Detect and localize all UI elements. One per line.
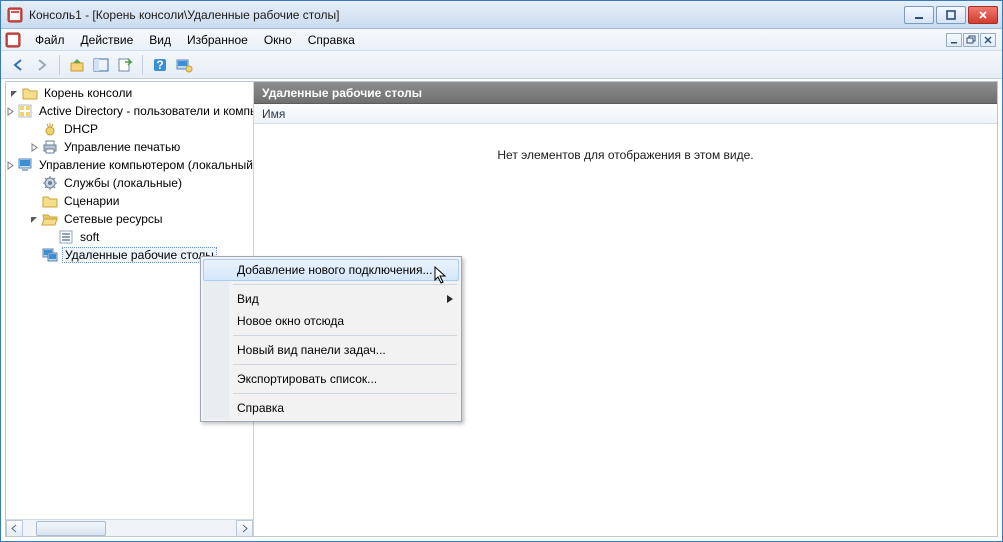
toolbar: ? <box>1 51 1002 79</box>
context-item-label: Добавление нового подключения... <box>237 263 432 277</box>
tree-label: Службы (локальные) <box>64 176 182 190</box>
menu-view[interactable]: Вид <box>141 31 179 49</box>
toolbar-sep <box>59 55 60 75</box>
show-hide-tree-button[interactable] <box>90 54 112 76</box>
context-item[interactable]: Справка <box>203 397 459 419</box>
chevron-right-icon[interactable] <box>6 105 15 117</box>
tree-item[interactable]: Active Directory - пользователи и компью… <box>6 102 253 120</box>
context-item-label: Вид <box>237 292 259 306</box>
context-item[interactable]: Вид <box>203 288 459 310</box>
context-item-label: Новое окно отсюда <box>237 314 344 328</box>
tree-label: Удаленные рабочие столы <box>65 248 214 262</box>
ad-icon <box>17 103 33 119</box>
tree-item[interactable]: Сетевые ресурсы <box>6 210 253 228</box>
client-area: Корень консоли Active Directory - пользо… <box>5 81 998 537</box>
menu-action[interactable]: Действие <box>73 31 142 49</box>
tree-item[interactable]: Службы (локальные) <box>6 174 253 192</box>
app-icon <box>7 7 23 23</box>
tree-item[interactable]: Управление компьютером (локальный) <box>6 156 253 174</box>
context-separator <box>233 284 457 285</box>
context-item[interactable]: Добавление нового подключения... <box>203 259 459 281</box>
submenu-arrow-icon <box>447 292 453 306</box>
context-separator <box>233 335 457 336</box>
titlebar: Консоль1 - [Корень консоли\Удаленные раб… <box>1 1 1002 29</box>
tree-item[interactable]: Сценарии <box>6 192 253 210</box>
minimize-button[interactable] <box>904 6 934 24</box>
services-icon <box>42 175 58 191</box>
mdi-close-button[interactable] <box>980 33 996 47</box>
tree-item[interactable]: DHCP <box>6 120 253 138</box>
tree-label: Корень консоли <box>44 86 132 100</box>
computer-icon <box>17 157 33 173</box>
menu-favorites[interactable]: Избранное <box>179 31 256 49</box>
mdi-minimize-button[interactable] <box>946 33 962 47</box>
forward-button[interactable] <box>31 54 53 76</box>
tree-label: Active Directory - пользователи и компью… <box>39 104 253 118</box>
context-item[interactable]: Новое окно отсюда <box>203 310 459 332</box>
mdi-buttons <box>946 33 998 47</box>
mdi-restore-button[interactable] <box>963 33 979 47</box>
tree-label: DHCP <box>64 122 98 136</box>
mmc-doc-icon <box>5 32 21 48</box>
menu-file[interactable]: Файл <box>27 31 73 49</box>
mmc-window: Консоль1 - [Корень консоли\Удаленные раб… <box>0 0 1003 542</box>
scroll-thumb[interactable] <box>36 521 106 536</box>
share-icon <box>58 229 74 245</box>
expander-none <box>28 177 40 189</box>
menu-window[interactable]: Окно <box>256 31 300 49</box>
toolbar-sep <box>142 55 143 75</box>
context-item-label: Справка <box>237 401 284 415</box>
maximize-button[interactable] <box>936 6 966 24</box>
expander-none <box>28 249 40 261</box>
up-button[interactable] <box>66 54 88 76</box>
tree-label: Сценарии <box>64 194 119 208</box>
window-title: Консоль1 - [Корень консоли\Удаленные раб… <box>29 8 904 22</box>
context-item-label: Экспортировать список... <box>237 372 377 386</box>
folder-open-icon <box>42 211 58 227</box>
tree-label: Сетевые ресурсы <box>64 212 163 226</box>
context-item[interactable]: Экспортировать список... <box>203 368 459 390</box>
new-connection-button[interactable] <box>173 54 195 76</box>
chevron-down-icon[interactable] <box>28 213 40 225</box>
expander-none <box>28 123 40 135</box>
menubar: Файл Действие Вид Избранное Окно Справка <box>1 29 1002 51</box>
menu-help[interactable]: Справка <box>300 31 363 49</box>
tree-item[interactable]: soft <box>6 228 253 246</box>
context-separator <box>233 393 457 394</box>
context-item[interactable]: Новый вид панели задач... <box>203 339 459 361</box>
scroll-left-button[interactable] <box>6 520 23 537</box>
pane-header: Удаленные рабочие столы <box>254 82 997 104</box>
context-separator <box>233 364 457 365</box>
scroll-right-button[interactable] <box>236 520 253 537</box>
dhcp-icon <box>42 121 58 137</box>
tree-label: Управление компьютером (локальный) <box>39 158 253 172</box>
back-button[interactable] <box>7 54 29 76</box>
rdp-icon <box>42 247 58 263</box>
export-button[interactable] <box>114 54 136 76</box>
tree-root[interactable]: Корень консоли <box>6 84 253 102</box>
tree-item[interactable]: Управление печатью <box>6 138 253 156</box>
help-button[interactable]: ? <box>149 54 171 76</box>
folder-icon <box>42 193 58 209</box>
chevron-right-icon[interactable] <box>6 159 15 171</box>
print-icon <box>42 139 58 155</box>
chevron-down-icon[interactable] <box>8 87 20 99</box>
window-buttons <box>904 6 998 24</box>
column-header-name[interactable]: Имя <box>254 104 997 124</box>
folder-open-icon <box>22 85 38 101</box>
context-item-label: Новый вид панели задач... <box>237 343 386 357</box>
close-button[interactable] <box>968 6 998 24</box>
tree-label: Управление печатью <box>64 140 180 154</box>
chevron-right-icon[interactable] <box>28 141 40 153</box>
context-menu: Добавление нового подключения... Вид Новое… <box>200 256 462 422</box>
expander-none <box>44 231 56 243</box>
svg-text:?: ? <box>156 58 163 72</box>
tree-hscrollbar[interactable] <box>6 519 253 536</box>
empty-message: Нет элементов для отображения в этом вид… <box>497 148 753 162</box>
expander-none <box>28 195 40 207</box>
tree-label: soft <box>80 230 99 244</box>
